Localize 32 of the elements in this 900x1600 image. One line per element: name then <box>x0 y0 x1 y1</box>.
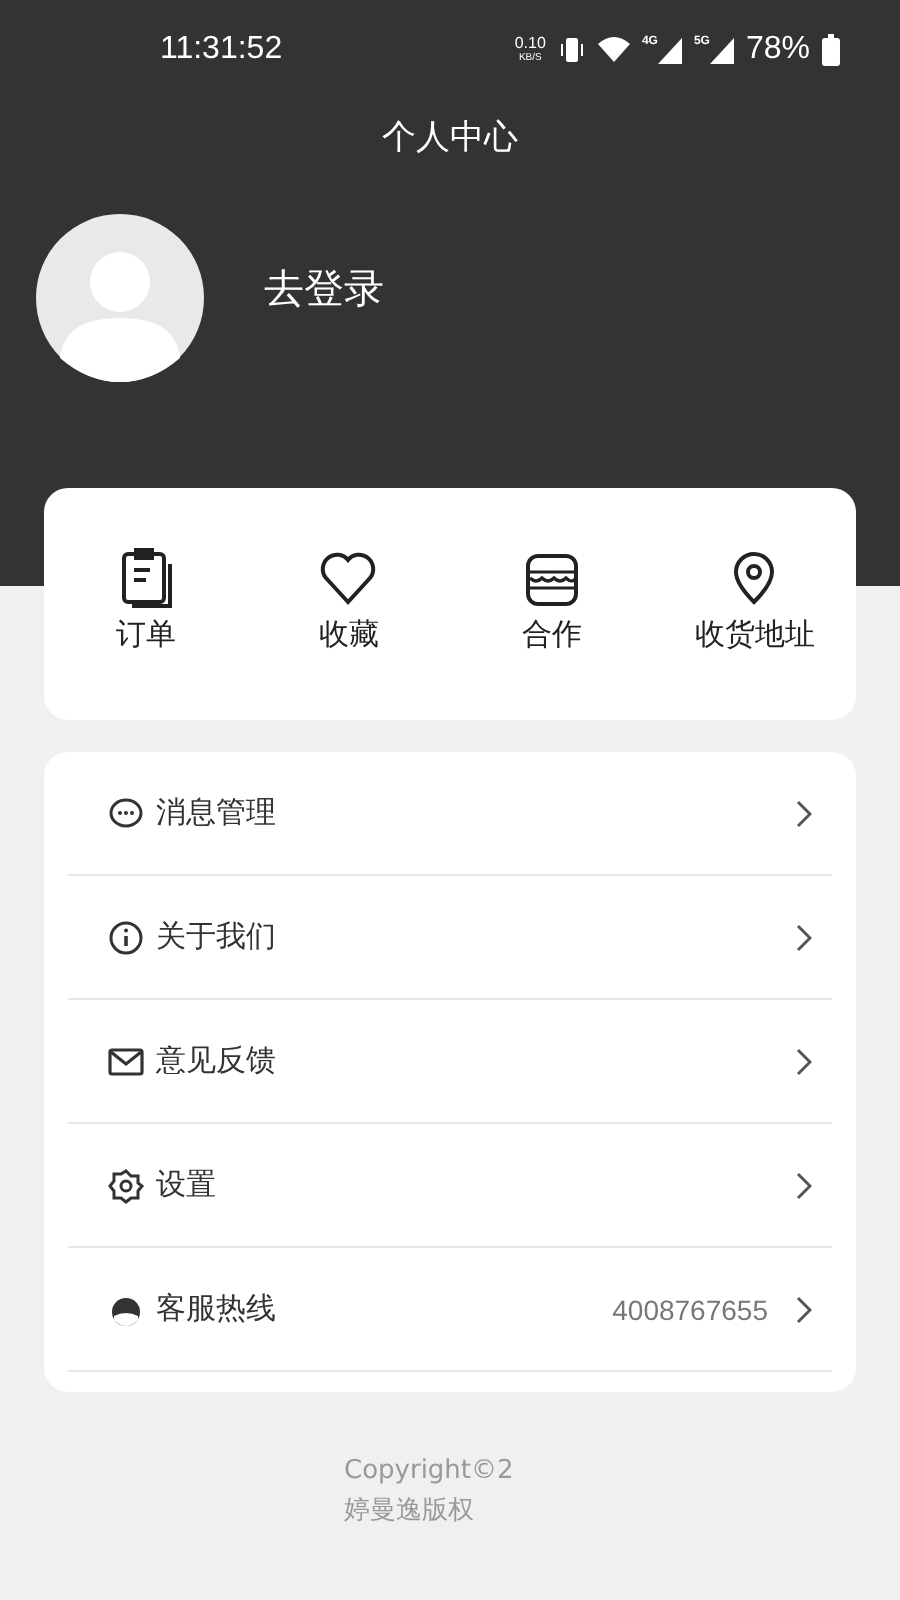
hotline-number: 4008767655 <box>612 1293 768 1325</box>
shortcut-button[interactable]: 订单 <box>44 547 247 653</box>
signal-icon <box>709 36 734 64</box>
chevron-icon <box>796 799 812 827</box>
shortcut-button[interactable]: 合作 <box>450 547 653 653</box>
copyright-text: Copyright©2 <box>344 1454 516 1490</box>
wifi-icon <box>597 36 630 64</box>
avatar-icon <box>36 214 204 382</box>
battery-icon <box>822 34 840 66</box>
chevron-icon <box>796 1295 812 1323</box>
settings-icon <box>108 1167 144 1203</box>
chat-bubble-icon <box>108 795 144 831</box>
battery-percent: 78% <box>745 32 810 68</box>
menu-item[interactable]: 客服热线 4008767655 <box>68 1248 832 1372</box>
shortcut-button[interactable]: 收货地址 <box>653 547 856 653</box>
menu-item[interactable]: 意见反馈 <box>68 1000 832 1124</box>
menu-item[interactable]: 消息管理 <box>68 752 832 876</box>
login-link[interactable]: 去登录 <box>264 261 384 315</box>
heart-icon <box>318 547 379 607</box>
chevron-icon <box>796 1171 812 1199</box>
signal-icon <box>657 36 682 64</box>
menu-item[interactable]: 关于我们 <box>68 876 832 1000</box>
vibrate-icon <box>557 36 586 64</box>
owner-text: 婷曼逸版权 <box>344 1494 476 1530</box>
envelope-icon <box>108 1043 144 1079</box>
status-time: 11:31:52 <box>160 32 283 68</box>
chevron-icon <box>796 1047 812 1075</box>
page-title: 个人中心 <box>380 116 520 162</box>
shortcut-button[interactable]: 收藏 <box>247 547 450 653</box>
info-icon <box>108 919 144 955</box>
chevron-icon <box>796 923 812 951</box>
menu-item[interactable]: 设置 <box>68 1124 832 1248</box>
